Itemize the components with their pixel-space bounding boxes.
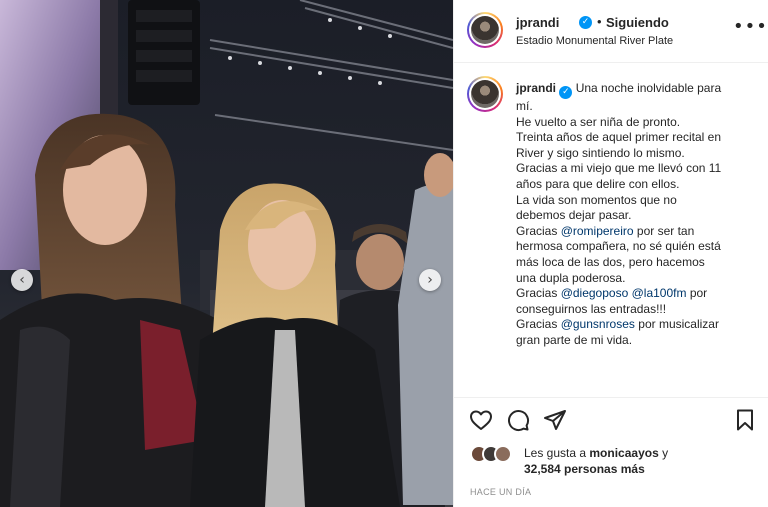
caption-line: hermosa compañera, no sé quién está xyxy=(516,239,721,254)
concert-photo-illustration xyxy=(0,0,453,507)
caption-line: Gracias a mi viejo que me llevó con 11 xyxy=(516,161,722,176)
separator-dot: • xyxy=(597,14,602,29)
liker-avatars[interactable] xyxy=(470,445,520,465)
liker-username[interactable]: monicaayos xyxy=(589,446,658,460)
mention-link[interactable]: @la100fm xyxy=(632,286,687,300)
caption-line: más loca de las dos, pero hacemos xyxy=(516,254,705,269)
caption-line: Gracias @romipereiro por ser tan xyxy=(516,223,695,238)
heart-icon[interactable] xyxy=(469,408,493,432)
caption-line: una dupla poderosa. xyxy=(516,270,626,285)
caption-username[interactable]: jprandi xyxy=(516,81,556,95)
caption-line: River y sigo sintiendo lo mismo. xyxy=(516,145,685,160)
caption-line: Treinta años de aquel primer recital en xyxy=(516,130,721,145)
liker-avatar xyxy=(494,445,512,463)
caption-verified-badge-icon: ✓ xyxy=(559,86,573,99)
caption-line: mí. xyxy=(516,99,533,113)
location-link[interactable]: Estadio Monumental River Plate xyxy=(516,35,673,47)
mention-link[interactable]: @diegoposo xyxy=(561,286,629,300)
caption-text: Una noche inolvidable para xyxy=(575,81,722,95)
mention-link[interactable]: @romipereiro xyxy=(561,224,634,238)
caption-line: años para que delire con ellos. xyxy=(516,176,680,191)
post-side-panel: jprandi ✓ • Siguiendo Estadio Monumental… xyxy=(453,0,768,507)
more-options-icon[interactable]: ••• xyxy=(733,18,768,36)
comment-icon[interactable] xyxy=(506,408,530,432)
bookmark-icon[interactable] xyxy=(733,408,757,432)
next-image-button[interactable]: › xyxy=(419,269,441,291)
caption-author-avatar[interactable] xyxy=(467,76,503,112)
previous-image-button[interactable]: ‹ xyxy=(11,269,33,291)
author-username[interactable]: jprandi xyxy=(516,15,559,30)
caption-line: Gracias @gunsnroses por musicalizar xyxy=(516,317,719,332)
share-icon[interactable] xyxy=(543,408,567,432)
mention-link[interactable]: @gunsnroses xyxy=(561,317,635,331)
caption-line: La vida son momentos que no xyxy=(516,192,677,207)
caption-line: debemos dejar pasar. xyxy=(516,208,632,223)
author-avatar[interactable] xyxy=(467,12,503,48)
caption-line: Gracias @diegoposo @la100fm por xyxy=(516,286,708,301)
caption-line: conseguirnos las entradas!!! xyxy=(516,301,667,316)
verified-badge-icon: ✓ xyxy=(579,16,592,29)
post-caption: jprandi ✓ Una noche inolvidable para mí.… xyxy=(516,81,756,349)
caption-line: gran parte de mi vida. xyxy=(516,332,633,347)
following-button[interactable]: Siguiendo xyxy=(606,15,669,30)
caption-line: He vuelto a ser niña de pronto. xyxy=(516,114,681,129)
caption-line: jprandi ✓ Una noche inolvidable para xyxy=(516,81,756,99)
post-photo[interactable]: ‹ › xyxy=(0,0,453,507)
post-timestamp[interactable]: HACE UN DÍA xyxy=(470,487,531,497)
post-actions: Les gusta a monicaayos y 32,584 personas… xyxy=(454,397,768,507)
likes-count[interactable]: 32,584 personas más xyxy=(524,462,645,476)
likes-summary: Les gusta a monicaayos y 32,584 personas… xyxy=(524,446,669,476)
post-header: jprandi ✓ • Siguiendo Estadio Monumental… xyxy=(454,0,768,63)
